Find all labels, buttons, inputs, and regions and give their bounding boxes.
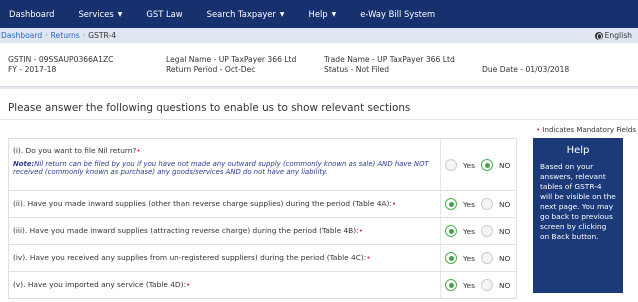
- required-star-icon: •: [366, 253, 371, 262]
- question-text: (iv). Have you received any supplies fro…: [13, 253, 371, 262]
- nav-label: Dashboard: [9, 9, 55, 19]
- question-row-4d: (v). Have you imported any service (Tabl…: [8, 272, 517, 299]
- required-star-icon: •: [391, 199, 397, 208]
- nav-label: Search Taxpayer: [206, 9, 276, 19]
- radio-circle-selected: [481, 159, 493, 171]
- caret-down-icon: ▼: [117, 10, 123, 18]
- radio-circle-selected: [445, 225, 457, 237]
- radio-no[interactable]: NO: [481, 252, 510, 264]
- radio-no[interactable]: NO: [481, 198, 510, 210]
- radio-no[interactable]: NO: [481, 279, 510, 291]
- nav-dashboard[interactable]: Dashboard: [0, 0, 66, 28]
- radio-yes[interactable]: Yes: [445, 225, 475, 237]
- nav-label: Services: [78, 9, 114, 19]
- required-star-icon: •: [185, 280, 191, 289]
- radio-circle: [481, 252, 493, 264]
- breadcrumb: Dashboard › Returns › GSTR-4 English: [0, 28, 638, 43]
- questions-table: (i). Do you want to file Nil return?• No…: [8, 138, 517, 299]
- page-title: Please answer the following questions to…: [8, 102, 411, 114]
- radio-circle-selected: [445, 252, 457, 264]
- nav-help[interactable]: Help ▼: [297, 0, 349, 28]
- nav-search-taxpayer[interactable]: Search Taxpayer ▼: [195, 0, 297, 28]
- question-text: (v). Have you imported any service (Tabl…: [13, 280, 191, 289]
- question-row-nil-return: (i). Do you want to file Nil return?• No…: [8, 139, 517, 191]
- question-row-4a: (ii). Have you made inward supplies (oth…: [8, 191, 517, 218]
- required-star-icon: •: [358, 226, 363, 235]
- radio-yes[interactable]: Yes: [445, 252, 475, 264]
- return-status: Status - Not Filed: [324, 65, 390, 74]
- column-divider: [440, 272, 441, 298]
- return-period: Return Period - Oct-Dec: [166, 65, 256, 74]
- caret-down-icon: ▼: [331, 10, 337, 18]
- column-divider: [440, 245, 441, 271]
- breadcrumb-returns[interactable]: Returns: [51, 31, 80, 40]
- financial-year: FY - 2017-18: [8, 65, 57, 74]
- questionnaire-panel: Please answer the following questions to…: [0, 87, 638, 302]
- caret-down-icon: ▼: [279, 10, 285, 18]
- radio-yes[interactable]: Yes: [445, 159, 475, 171]
- mandatory-label: Indicates Mandatory Fields: [542, 126, 636, 134]
- radio-no[interactable]: NO: [481, 159, 510, 171]
- nav-label: GST Law: [146, 9, 183, 19]
- help-title: Help: [566, 145, 590, 156]
- question-row-4c: (iv). Have you received any supplies fro…: [8, 245, 517, 272]
- gstin: GSTIN - 09SSAUP0366A1ZC: [8, 55, 114, 64]
- trade-name: Trade Name - UP TaxPayer 366 Ltd: [324, 55, 455, 64]
- nav-gst-law[interactable]: GST Law: [134, 0, 194, 28]
- radio-circle: [481, 225, 493, 237]
- radio-circle-selected: [445, 279, 457, 291]
- radio-circle: [445, 159, 457, 171]
- question-text: (iii). Have you made inward supplies (at…: [13, 226, 363, 235]
- column-divider: [440, 191, 441, 217]
- language-label: English: [604, 31, 632, 40]
- top-nav: Dashboard Services ▼ GST Law Search Taxpa…: [0, 0, 638, 28]
- column-divider: [440, 218, 441, 244]
- question-text: (ii). Have you made inward supplies (oth…: [13, 199, 397, 208]
- question-text: (i). Do you want to file Nil return?•: [13, 146, 141, 155]
- radio-no[interactable]: NO: [481, 225, 510, 237]
- question-row-4b: (iii). Have you made inward supplies (at…: [8, 218, 517, 245]
- globe-icon: [594, 31, 603, 40]
- breadcrumb-dashboard[interactable]: Dashboard: [1, 31, 42, 40]
- mandatory-note: • Indicates Mandatory Fields: [536, 126, 636, 134]
- radio-circle: [481, 279, 493, 291]
- required-star-icon: •: [136, 146, 141, 155]
- divider: [0, 119, 638, 120]
- breadcrumb-current: GSTR-4: [88, 31, 117, 40]
- help-panel: Help Based on your answers, relevant tab…: [533, 138, 623, 293]
- required-star-icon: •: [536, 126, 541, 134]
- breadcrumb-separator: ›: [82, 32, 86, 39]
- radio-circle-selected: [445, 198, 457, 210]
- radio-yes[interactable]: Yes: [445, 198, 475, 210]
- due-date: Due Date - 01/03/2018: [482, 65, 570, 74]
- nil-return-note: Note:Nil return can be filed by you if y…: [13, 160, 429, 176]
- radio-circle: [481, 198, 493, 210]
- taxpayer-info: GSTIN - 09SSAUP0366A1ZC FY - 2017-18 Leg…: [0, 43, 638, 87]
- legal-name: Legal Name - UP TaxPayer 366 Ltd: [166, 55, 297, 64]
- nav-label: e-Way Bill System: [360, 9, 436, 19]
- nav-services[interactable]: Services ▼: [66, 0, 134, 28]
- breadcrumb-separator: ›: [45, 32, 48, 39]
- nav-eway-bill[interactable]: e-Way Bill System: [348, 0, 447, 28]
- radio-yes[interactable]: Yes: [445, 279, 475, 291]
- language-selector[interactable]: English: [594, 28, 632, 43]
- nav-label: Help: [308, 9, 328, 19]
- column-divider: [440, 139, 441, 190]
- help-text: Based on your answers, relevant tables o…: [540, 162, 616, 241]
